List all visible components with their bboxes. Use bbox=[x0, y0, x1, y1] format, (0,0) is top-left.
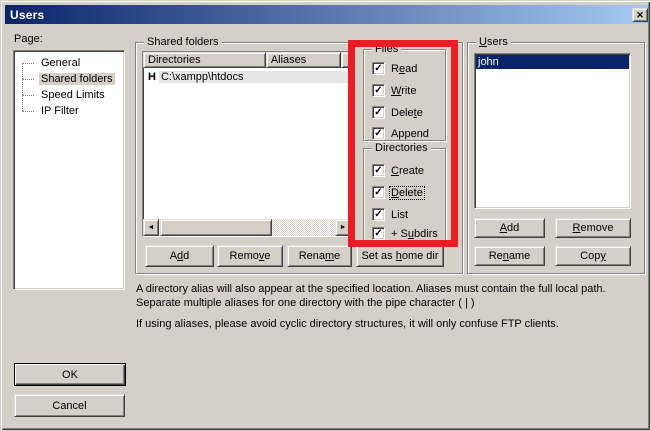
button-label: Rename bbox=[299, 250, 341, 262]
files-permissions-group: Files ✓ Read ✓ Write ✓ Delete ✓ Append bbox=[363, 49, 446, 141]
folder-add-button[interactable]: Add bbox=[145, 245, 214, 267]
users-dialog: Users ✕ Page: General Shared folders Spe… bbox=[0, 0, 651, 431]
scroll-left-button[interactable]: ◄ bbox=[143, 219, 159, 236]
column-header-filler bbox=[341, 52, 351, 68]
checkbox-file-delete[interactable]: ✓ Delete bbox=[372, 106, 424, 119]
directories-permissions-group: Directories ✓ Create ✓ Delete ✓ List ✓ +… bbox=[363, 148, 446, 241]
user-remove-button[interactable]: Remove bbox=[555, 218, 631, 238]
shared-folders-group-title: Shared folders bbox=[144, 36, 222, 48]
checkbox-checked-icon[interactable]: ✓ bbox=[372, 127, 385, 140]
checkbox-read[interactable]: ✓ Read bbox=[372, 62, 418, 75]
checkbox-append[interactable]: ✓ Append bbox=[372, 127, 430, 140]
help-paragraph-aliases: A directory alias will also appear at th… bbox=[136, 282, 648, 310]
set-as-home-dir-button[interactable]: Set as home dir bbox=[356, 245, 444, 267]
folder-rename-button[interactable]: Rename bbox=[287, 245, 352, 267]
button-label: Set as home dir bbox=[361, 250, 438, 262]
page-item-ip-filter[interactable]: IP Filter bbox=[14, 103, 124, 119]
user-item-john[interactable]: john bbox=[476, 55, 629, 69]
directory-row[interactable]: H C:\xampp\htdocs bbox=[143, 70, 351, 84]
listview-header: Directories Aliases bbox=[143, 52, 351, 68]
page-item-shared-folders[interactable]: Shared folders bbox=[14, 71, 124, 87]
checkbox-create[interactable]: ✓ Create bbox=[372, 164, 425, 177]
window-title: Users bbox=[10, 8, 44, 22]
scroll-right-button[interactable]: ► bbox=[335, 219, 351, 236]
column-header-directories[interactable]: Directories bbox=[143, 52, 266, 68]
checkbox-checked-icon[interactable]: ✓ bbox=[372, 106, 385, 119]
column-header-aliases[interactable]: Aliases bbox=[266, 52, 341, 68]
page-label: Page: bbox=[14, 33, 43, 45]
users-group: Users john Add Remove Rename Copy bbox=[467, 42, 645, 274]
directories-listview[interactable]: Directories Aliases H C:\xampp\htdocs ◄ … bbox=[142, 51, 352, 237]
button-label: Rename bbox=[489, 250, 531, 262]
page-item-label: IP Filter bbox=[39, 105, 81, 117]
close-icon: ✕ bbox=[636, 10, 644, 21]
user-add-button[interactable]: Add bbox=[474, 218, 545, 238]
page-item-label: General bbox=[39, 57, 82, 69]
checkbox-label: Delete bbox=[390, 187, 424, 199]
page-item-label: Shared folders bbox=[39, 73, 115, 85]
button-label: Add bbox=[500, 222, 520, 234]
home-dir-flag: H bbox=[143, 71, 159, 83]
files-group-title: Files bbox=[372, 43, 401, 55]
tree-branch-icon bbox=[22, 95, 34, 96]
checkbox-subdirs[interactable]: ✓ + Subdirs bbox=[372, 227, 439, 240]
button-label: Add bbox=[170, 250, 190, 262]
tree-branch-icon bbox=[22, 79, 34, 80]
horizontal-scrollbar[interactable]: ◄ ► bbox=[143, 219, 351, 236]
user-rename-button[interactable]: Rename bbox=[474, 246, 545, 266]
tree-branch-icon bbox=[22, 63, 34, 64]
checkbox-label: + Subdirs bbox=[390, 228, 439, 240]
button-label: Copy bbox=[580, 250, 606, 262]
checkbox-label: Read bbox=[390, 63, 418, 75]
checkbox-checked-icon[interactable]: ✓ bbox=[372, 84, 385, 97]
cancel-button[interactable]: Cancel bbox=[14, 394, 125, 417]
titlebar[interactable]: Users bbox=[5, 5, 648, 24]
users-listbox[interactable]: john bbox=[474, 53, 631, 209]
scroll-left-icon: ◄ bbox=[148, 224, 155, 231]
checkbox-label: Append bbox=[390, 128, 430, 140]
checkbox-checked-icon[interactable]: ✓ bbox=[372, 208, 385, 221]
help-text: A directory alias will also appear at th… bbox=[136, 282, 648, 338]
checkbox-label: List bbox=[390, 209, 409, 221]
folder-remove-button[interactable]: Remove bbox=[217, 245, 283, 267]
checkbox-label: Delete bbox=[390, 107, 424, 119]
checkbox-checked-icon[interactable]: ✓ bbox=[372, 62, 385, 75]
checkbox-label: Create bbox=[390, 165, 425, 177]
page-item-speed-limits[interactable]: Speed Limits bbox=[14, 87, 124, 103]
page-item-label: Speed Limits bbox=[39, 89, 107, 101]
checkbox-write[interactable]: ✓ Write bbox=[372, 84, 417, 97]
scrollbar-thumb[interactable] bbox=[160, 219, 272, 236]
checkbox-list[interactable]: ✓ List bbox=[372, 208, 409, 221]
checkbox-checked-icon[interactable]: ✓ bbox=[372, 227, 385, 240]
user-copy-button[interactable]: Copy bbox=[555, 246, 631, 266]
checkbox-label: Write bbox=[390, 85, 417, 97]
scroll-right-icon: ► bbox=[340, 224, 347, 231]
users-group-title: Users bbox=[476, 36, 511, 48]
directory-path: C:\xampp\htdocs bbox=[159, 71, 351, 83]
help-paragraph-cyclic: If using aliases, please avoid cyclic di… bbox=[136, 317, 648, 331]
ok-button[interactable]: OK bbox=[14, 363, 126, 386]
page-tree[interactable]: General Shared folders Speed Limits IP F… bbox=[13, 50, 125, 290]
checkbox-checked-icon[interactable]: ✓ bbox=[372, 186, 385, 199]
directories-group-title: Directories bbox=[372, 142, 431, 154]
button-label: Remove bbox=[573, 222, 614, 234]
checkbox-dir-delete[interactable]: ✓ Delete bbox=[372, 186, 424, 199]
button-label: Remove bbox=[230, 250, 271, 262]
close-button[interactable]: ✕ bbox=[632, 8, 648, 22]
tree-branch-icon bbox=[22, 111, 34, 112]
scrollbar-track[interactable] bbox=[272, 219, 335, 236]
page-item-general[interactable]: General bbox=[14, 55, 124, 71]
checkbox-checked-icon[interactable]: ✓ bbox=[372, 164, 385, 177]
